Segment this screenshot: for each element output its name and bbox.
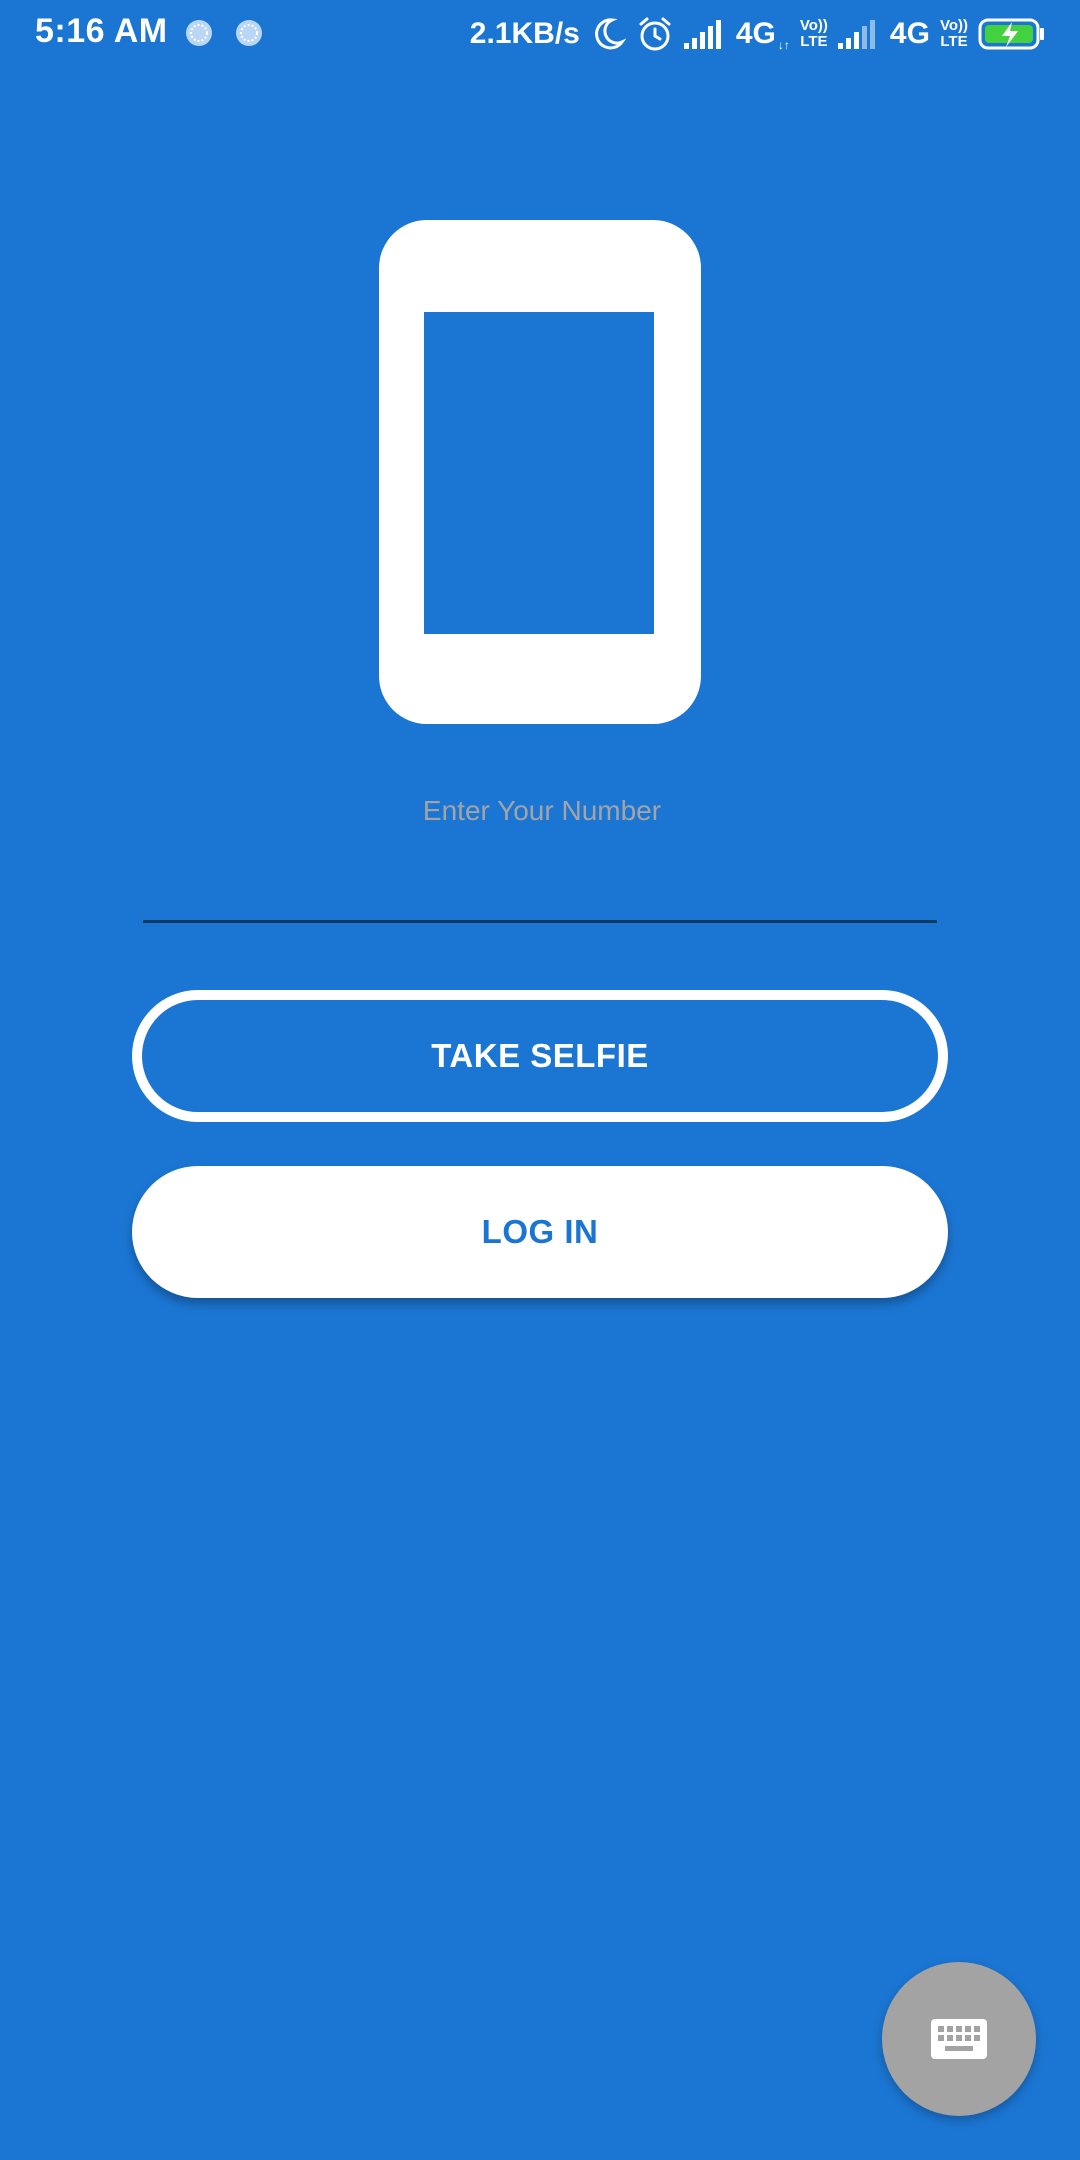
network-type-sim2: 4G	[889, 17, 930, 50]
battery-charging-icon	[978, 18, 1044, 50]
signal-sim2-icon	[837, 20, 875, 49]
login-button[interactable]: LOG IN	[132, 1166, 948, 1298]
notification-spinner-icon	[236, 20, 262, 46]
notification-spinner-icon	[186, 20, 212, 46]
take-selfie-button[interactable]: TAKE SELFIE	[132, 990, 948, 1122]
alarm-icon	[639, 17, 671, 51]
status-bar: 5:16 AM 2.1KB/s 4G ↓↑ Vo)) LTE 4G Vo)) L…	[0, 0, 1080, 68]
keyboard-button[interactable]	[882, 1962, 1036, 2116]
moon-icon	[594, 18, 626, 50]
signal-sim1-icon	[683, 20, 721, 49]
data-activity-icon: ↓↑	[777, 38, 790, 52]
status-time: 5:16 AM	[35, 12, 168, 50]
input-underline	[143, 920, 937, 923]
phone-illustration	[379, 220, 701, 724]
take-selfie-label: TAKE SELFIE	[431, 1037, 649, 1074]
phone-number-input[interactable]	[143, 770, 941, 852]
keyboard-icon	[931, 2019, 987, 2059]
phone-screen	[424, 312, 654, 634]
network-type-sim1: 4G	[735, 17, 776, 50]
phone-number-field	[143, 770, 941, 924]
volte-icon: Vo)) LTE	[799, 17, 828, 50]
login-label: LOG IN	[481, 1213, 599, 1250]
status-icons: 2.1KB/s 4G ↓↑ Vo)) LTE 4G Vo)) LTE	[470, 10, 1046, 58]
volte-icon: Vo)) LTE	[939, 17, 968, 50]
network-speed: 2.1KB/s	[469, 17, 580, 50]
